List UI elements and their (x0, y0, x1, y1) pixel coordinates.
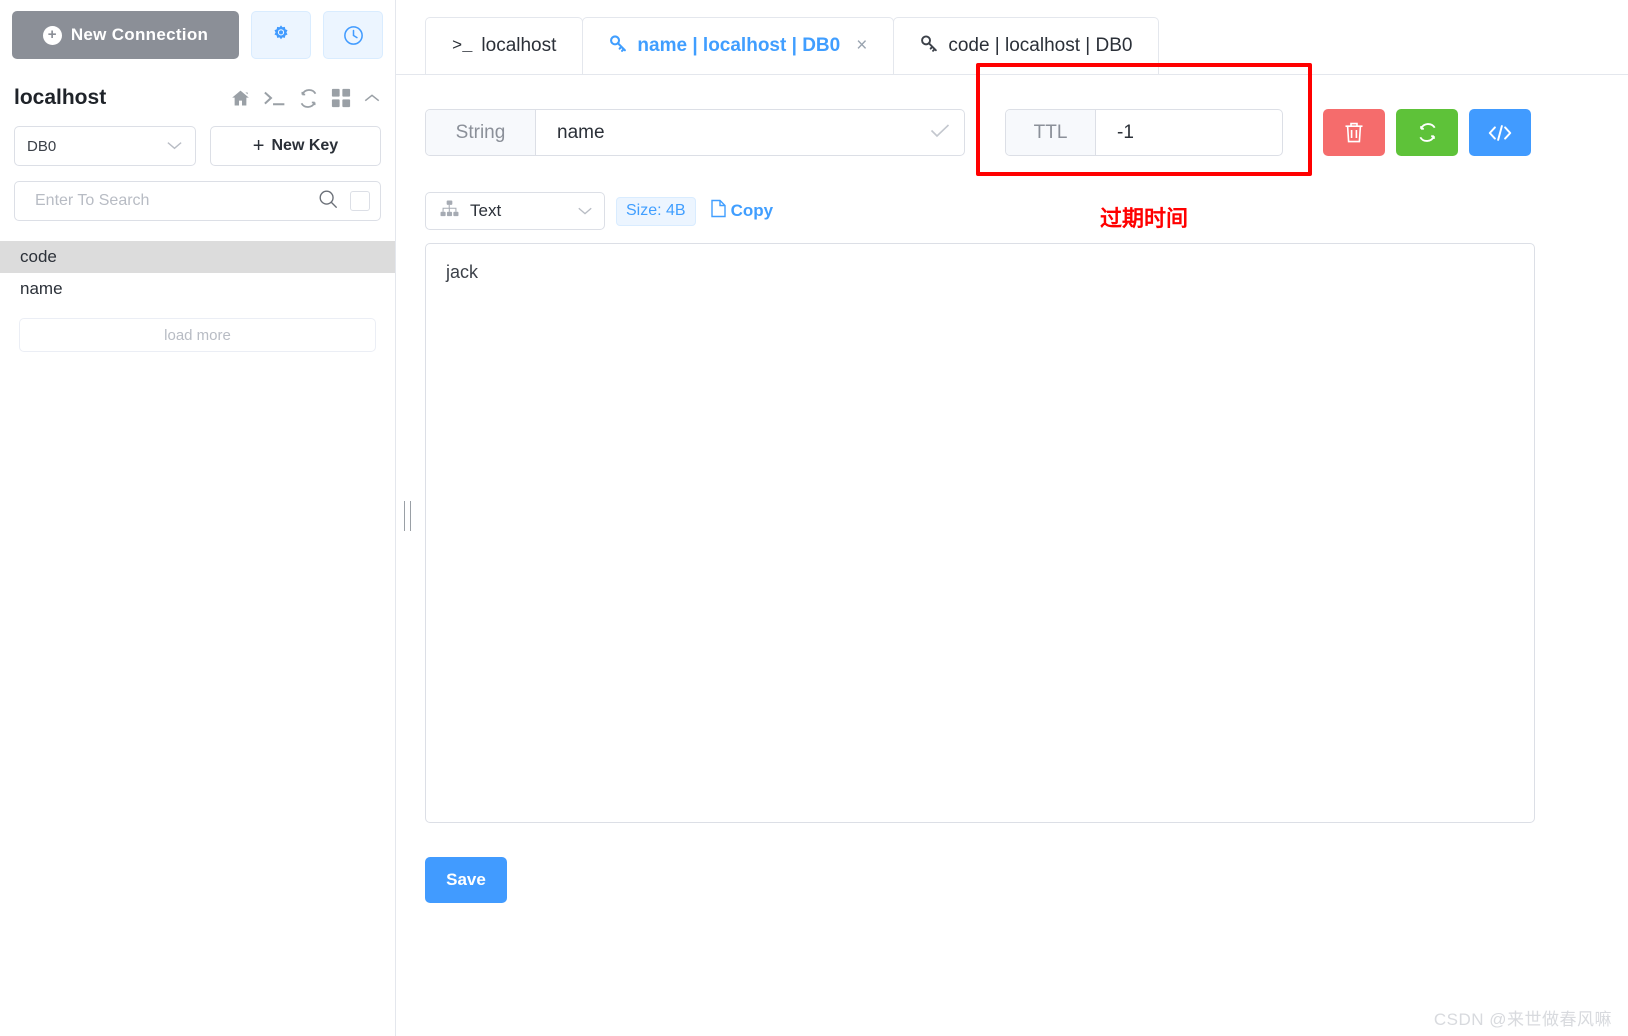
tab-bar: >_ localhost name | localhost | DB0 × co… (396, 0, 1628, 75)
copy-button[interactable]: Copy (710, 199, 774, 223)
key-name: code (20, 247, 57, 266)
check-icon[interactable] (924, 122, 950, 144)
key-type-label: String (426, 110, 536, 155)
plus-icon: + (252, 134, 265, 157)
tab-localhost-terminal[interactable]: >_ localhost (425, 17, 584, 74)
ttl-label: TTL (1006, 110, 1096, 155)
view-code-button[interactable] (1469, 109, 1531, 156)
grid-icon[interactable] (331, 88, 351, 108)
home-icon[interactable] (230, 88, 251, 109)
csdn-watermark: CSDN @来世做春风嘛 (1433, 1010, 1612, 1029)
key-editor: String TTL (396, 63, 1628, 903)
new-key-label: New Key (271, 137, 339, 154)
connection-tools (230, 88, 381, 109)
save-button[interactable]: Save (425, 857, 507, 903)
document-icon (710, 199, 727, 223)
format-select[interactable]: Text (425, 192, 605, 230)
list-item[interactable]: code (0, 241, 395, 273)
db-select[interactable]: DB0 (14, 126, 196, 166)
tab-label: localhost (481, 35, 557, 56)
new-key-button[interactable]: + New Key (210, 126, 381, 166)
settings-button[interactable] (251, 11, 311, 59)
chevron-up-icon[interactable] (363, 91, 381, 105)
tab-label: name | localhost | DB0 (637, 35, 841, 56)
size-badge[interactable]: Size: 4B (616, 196, 696, 226)
refresh-icon (1416, 121, 1439, 144)
trash-icon (1343, 121, 1365, 145)
ttl-annotation-label: 过期时间 (1099, 206, 1188, 231)
search-input[interactable] (33, 191, 317, 211)
code-icon (1487, 123, 1513, 143)
close-icon[interactable]: × (856, 35, 867, 57)
search-box (14, 181, 381, 221)
db-and-newkey-row: DB0 + New Key (0, 110, 395, 166)
terminal-icon: >_ (452, 36, 473, 56)
sidebar-header: localhost (0, 59, 395, 110)
format-select-value: Text (470, 201, 502, 220)
tab-name-localhost-db0[interactable]: name | localhost | DB0 × (582, 17, 895, 74)
terminal-icon[interactable] (263, 88, 286, 109)
key-name-input[interactable] (555, 120, 924, 145)
delete-key-button[interactable] (1323, 109, 1385, 156)
sidebar-splitter[interactable] (396, 0, 416, 1036)
key-list: code name load more (0, 241, 395, 352)
plus-icon: + (42, 25, 62, 45)
refresh-icon[interactable] (298, 88, 319, 109)
splitter-grip (404, 501, 411, 531)
search-icon[interactable] (317, 188, 339, 215)
tab-label: code | localhost | DB0 (948, 35, 1133, 56)
key-icon (920, 34, 939, 59)
key-icon (609, 34, 628, 59)
copy-label: Copy (730, 201, 774, 220)
history-button[interactable] (323, 11, 383, 59)
sitemap-icon (440, 200, 459, 222)
list-item[interactable]: name (0, 273, 395, 305)
sidebar: + New Connection localhost DB0 + New Key… (0, 0, 396, 1036)
gear-icon (270, 24, 292, 46)
key-header-row: String TTL (425, 63, 1599, 231)
chevron-down-icon (577, 201, 593, 221)
key-name-field (536, 110, 964, 155)
ttl-input[interactable] (1115, 120, 1282, 145)
load-more-button[interactable]: load more (19, 318, 376, 352)
new-connection-label: New Connection (70, 25, 209, 44)
key-name-group: String (425, 109, 965, 156)
key-action-buttons (1323, 109, 1531, 156)
search-mode-checkbox[interactable] (350, 191, 370, 211)
ttl-field (1096, 110, 1282, 155)
sidebar-toolbar: + New Connection (0, 0, 395, 59)
refresh-key-button[interactable] (1396, 109, 1458, 156)
connection-title: localhost (14, 86, 107, 109)
load-more-label: load more (164, 326, 231, 344)
app-root: + New Connection localhost DB0 + New Key… (0, 0, 1628, 1036)
db-select-value: DB0 (27, 137, 57, 155)
new-connection-button[interactable]: + New Connection (12, 11, 239, 59)
chevron-down-icon (166, 138, 183, 155)
value-textarea[interactable] (425, 243, 1535, 823)
tab-code-localhost-db0[interactable]: code | localhost | DB0 (893, 17, 1160, 74)
key-name: name (20, 279, 63, 298)
ttl-group: TTL (1005, 109, 1283, 156)
clock-icon (342, 24, 365, 47)
main-panel: >_ localhost name | localhost | DB0 × co… (396, 0, 1628, 1036)
